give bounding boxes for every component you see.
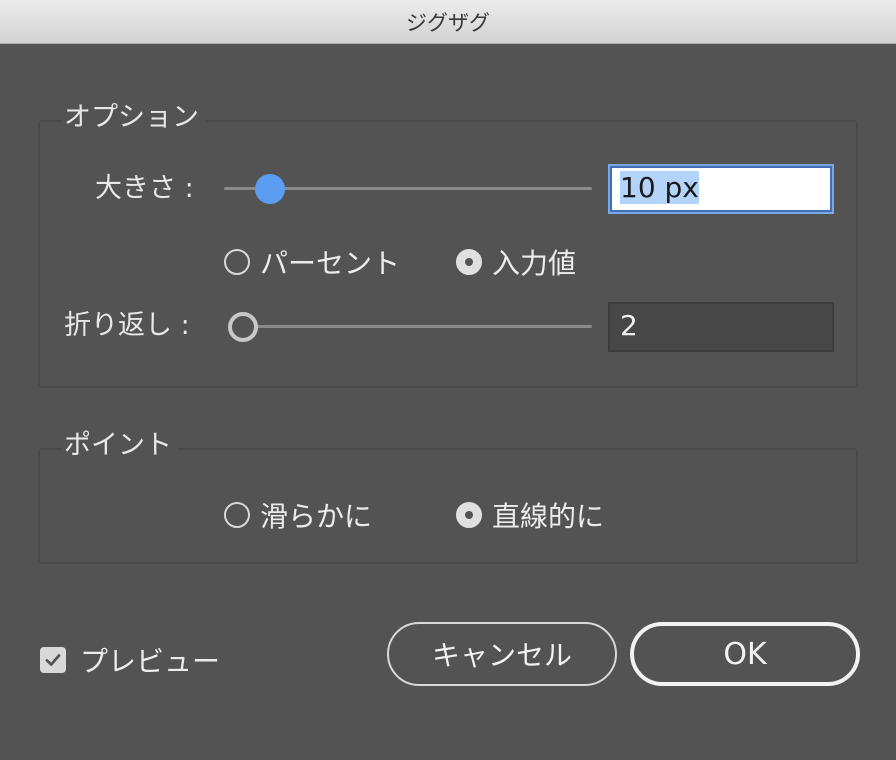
radio-smooth[interactable]: 滑らかに: [224, 495, 372, 535]
cancel-button[interactable]: キャンセル: [387, 622, 617, 686]
size-input-value: 10 px: [620, 171, 699, 204]
radio-smooth-label: 滑らかに: [260, 500, 373, 533]
checkmark-icon: [40, 647, 66, 673]
radio-corner[interactable]: 直線的に: [456, 495, 604, 535]
points-group: [38, 448, 858, 564]
preview-checkbox[interactable]: プレビュー: [40, 640, 220, 680]
preview-label: プレビュー: [80, 645, 221, 678]
size-slider-thumb[interactable]: [255, 174, 285, 204]
size-input[interactable]: 10 px: [608, 164, 834, 214]
radio-smooth-indicator: [224, 502, 250, 528]
ridges-input[interactable]: 2: [608, 302, 834, 352]
options-group-label: オプション: [62, 102, 205, 134]
ridges-input-value: 2: [620, 309, 638, 342]
radio-corner-label: 直線的に: [492, 500, 605, 533]
radio-percent-indicator: [224, 249, 250, 275]
ridges-slider-thumb[interactable]: [228, 312, 258, 342]
radio-absolute[interactable]: 入力値: [456, 242, 576, 282]
ridges-slider-track[interactable]: [240, 325, 592, 328]
ridges-label: 折り返し :: [64, 310, 190, 341]
points-group-label: ポイント: [62, 430, 178, 462]
size-label: 大きさ :: [95, 173, 194, 204]
radio-percent-label: パーセント: [260, 247, 401, 280]
radio-absolute-label: 入力値: [492, 247, 577, 280]
ok-button[interactable]: OK: [630, 622, 860, 686]
radio-corner-indicator: [456, 502, 482, 528]
window-title: ジグザグ: [406, 10, 490, 35]
title-bar: ジグザグ: [0, 0, 896, 44]
radio-percent[interactable]: パーセント: [224, 242, 400, 282]
radio-absolute-indicator: [456, 249, 482, 275]
